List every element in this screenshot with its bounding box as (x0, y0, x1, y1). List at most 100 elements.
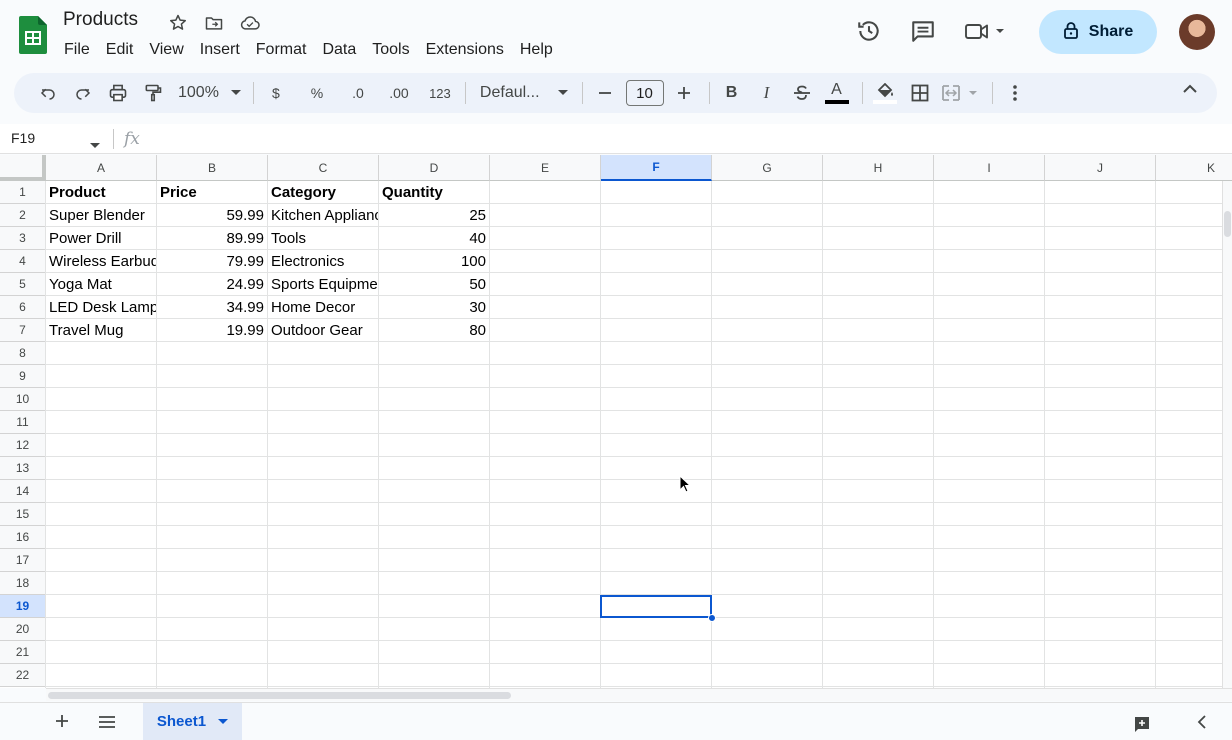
horizontal-scrollbar[interactable] (46, 688, 1232, 701)
cell-b2[interactable]: 59.99 (157, 204, 267, 227)
print-icon[interactable] (104, 79, 132, 107)
active-cell-selection[interactable] (600, 595, 712, 618)
horizontal-scrollbar-thumb[interactable] (48, 692, 511, 699)
share-button[interactable]: Share (1039, 10, 1157, 54)
cell-a4[interactable]: Wireless Earbud (46, 250, 156, 273)
cell-b1[interactable]: Price (157, 181, 267, 204)
merge-cells-icon[interactable] (941, 79, 981, 107)
redo-icon[interactable] (69, 79, 97, 107)
cell-a2[interactable]: Super Blender (46, 204, 156, 227)
cell-d7[interactable]: 80 (379, 319, 489, 342)
menu-insert[interactable]: Insert (192, 39, 248, 61)
italic-button[interactable]: I (753, 79, 781, 107)
increase-font-size-icon[interactable] (670, 79, 698, 107)
add-sheet-icon[interactable] (54, 713, 70, 734)
row-header-1[interactable]: 1 (0, 181, 46, 204)
currency-format-button[interactable]: $ (262, 79, 290, 107)
cell-d1[interactable]: Quantity (379, 181, 489, 204)
decrease-decimal-button[interactable]: .0 (344, 79, 372, 107)
column-header-f[interactable]: F (601, 155, 712, 181)
cell-b4[interactable]: 79.99 (157, 250, 267, 273)
menu-edit[interactable]: Edit (98, 39, 142, 61)
menu-file[interactable]: File (56, 39, 98, 61)
collapse-toolbar-icon[interactable] (1183, 81, 1197, 99)
sheets-logo-icon[interactable] (19, 16, 47, 54)
select-all-corner[interactable] (0, 155, 46, 181)
row-header-22[interactable]: 22 (0, 664, 46, 687)
borders-icon[interactable] (906, 79, 934, 107)
row-header-18[interactable]: 18 (0, 572, 46, 595)
avatar[interactable] (1179, 14, 1215, 50)
cell-a3[interactable]: Power Drill (46, 227, 156, 250)
formula-input[interactable] (150, 129, 1210, 149)
cell-a5[interactable]: Yoga Mat (46, 273, 156, 296)
chevron-left-icon[interactable] (1197, 715, 1207, 734)
row-header-15[interactable]: 15 (0, 503, 46, 526)
menu-help[interactable]: Help (512, 39, 561, 61)
chevron-down-icon[interactable] (90, 136, 100, 154)
menu-view[interactable]: View (141, 39, 191, 61)
cell-a7[interactable]: Travel Mug (46, 319, 156, 342)
text-color-button[interactable]: A (823, 79, 851, 107)
paint-format-icon[interactable] (139, 79, 167, 107)
fill-color-icon[interactable] (871, 79, 899, 107)
zoom-select[interactable]: 100% (178, 84, 241, 102)
row-header-17[interactable]: 17 (0, 549, 46, 572)
vertical-scrollbar-thumb[interactable] (1224, 211, 1231, 237)
decrease-font-size-icon[interactable] (591, 79, 619, 107)
cell-d5[interactable]: 50 (379, 273, 489, 296)
cell-d6[interactable]: 30 (379, 296, 489, 319)
row-header-5[interactable]: 5 (0, 273, 46, 296)
row-header-9[interactable]: 9 (0, 365, 46, 388)
cell-b3[interactable]: 89.99 (157, 227, 267, 250)
star-icon[interactable] (166, 11, 190, 35)
cell-c5[interactable]: Sports Equipmer (268, 273, 378, 296)
row-header-13[interactable]: 13 (0, 457, 46, 480)
row-header-19[interactable]: 19 (0, 595, 46, 618)
fill-handle[interactable] (708, 614, 716, 622)
cell-d4[interactable]: 100 (379, 250, 489, 273)
row-header-16[interactable]: 16 (0, 526, 46, 549)
menu-data[interactable]: Data (314, 39, 364, 61)
cell-c4[interactable]: Electronics (268, 250, 378, 273)
increase-decimal-button[interactable]: .00 (385, 79, 413, 107)
row-header-2[interactable]: 2 (0, 204, 46, 227)
row-header-20[interactable]: 20 (0, 618, 46, 641)
row-header-3[interactable]: 3 (0, 227, 46, 250)
column-header-i[interactable]: I (934, 155, 1045, 181)
name-box[interactable]: F19 (11, 130, 35, 146)
cell-b7[interactable]: 19.99 (157, 319, 267, 342)
version-history-icon[interactable] (852, 14, 886, 48)
vertical-scrollbar[interactable] (1222, 181, 1232, 688)
column-header-c[interactable]: C (268, 155, 379, 181)
row-header-7[interactable]: 7 (0, 319, 46, 342)
comments-icon[interactable] (906, 14, 940, 48)
menu-format[interactable]: Format (248, 39, 315, 61)
cell-c3[interactable]: Tools (268, 227, 378, 250)
row-header-4[interactable]: 4 (0, 250, 46, 273)
column-header-k[interactable]: K (1156, 155, 1232, 181)
cell-a6[interactable]: LED Desk Lamp (46, 296, 156, 319)
column-header-a[interactable]: A (46, 155, 157, 181)
cell-a1[interactable]: Product (46, 181, 156, 204)
spreadsheet-grid[interactable]: ABCDEFGHIJK 1 2 3 4 5 6 7 8 9 10 11 12 13 14 15 16 17 18 1… (0, 155, 1232, 688)
document-title[interactable]: Products (63, 9, 138, 31)
explore-icon[interactable] (1133, 715, 1151, 738)
cell-c1[interactable]: Category (268, 181, 378, 204)
cell-b5[interactable]: 24.99 (157, 273, 267, 296)
menu-extensions[interactable]: Extensions (418, 39, 512, 61)
cell-d3[interactable]: 40 (379, 227, 489, 250)
row-header-11[interactable]: 11 (0, 411, 46, 434)
cloud-saved-icon[interactable] (238, 11, 262, 35)
column-header-e[interactable]: E (490, 155, 601, 181)
row-header-8[interactable]: 8 (0, 342, 46, 365)
row-header-6[interactable]: 6 (0, 296, 46, 319)
cell-c6[interactable]: Home Decor (268, 296, 378, 319)
row-header-10[interactable]: 10 (0, 388, 46, 411)
row-header-21[interactable]: 21 (0, 641, 46, 664)
column-header-j[interactable]: J (1045, 155, 1156, 181)
cell-b6[interactable]: 34.99 (157, 296, 267, 319)
move-to-folder-icon[interactable] (202, 11, 226, 35)
column-header-h[interactable]: H (823, 155, 934, 181)
all-sheets-icon[interactable] (97, 715, 117, 734)
